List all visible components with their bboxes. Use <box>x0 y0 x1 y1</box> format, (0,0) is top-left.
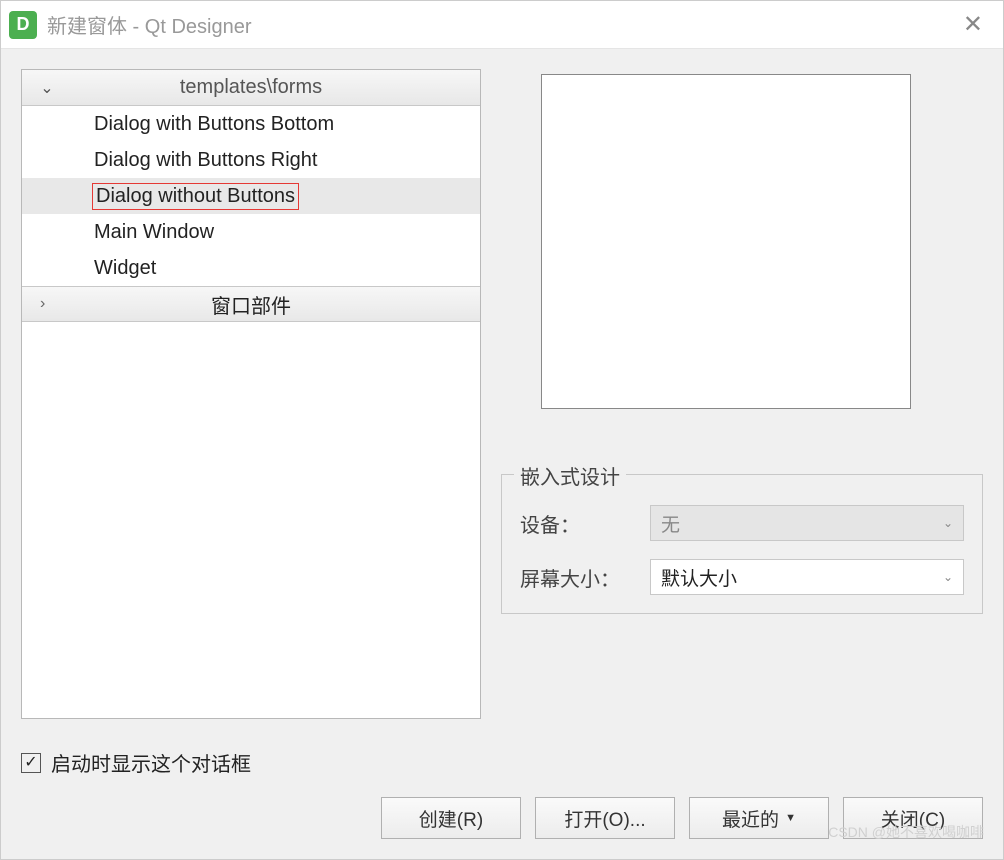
chevron-down-icon: ⌄ <box>943 516 953 530</box>
tree-item[interactable]: Main Window <box>22 214 480 250</box>
tree-item-label: Widget <box>94 257 156 280</box>
titlebar: D 新建窗体 - Qt Designer ✕ <box>1 1 1003 49</box>
chevron-down-icon: ⌄ <box>22 78 72 98</box>
content-area: ⌄ templates\forms Dialog with Buttons Bo… <box>1 49 1003 748</box>
checkbox-icon: ✓ <box>21 753 41 773</box>
create-button[interactable]: 创建(R) <box>381 797 521 839</box>
embedded-design-group: 嵌入式设计 设备： 无 ⌄ 屏幕大小： 默认大小 ⌄ <box>501 474 983 614</box>
form-preview <box>541 74 911 409</box>
screen-size-row: 屏幕大小： 默认大小 ⌄ <box>520 559 964 595</box>
device-row: 设备： 无 ⌄ <box>520 505 964 541</box>
checkbox-label: 启动时显示这个对话框 <box>51 748 251 777</box>
tree-item[interactable]: Dialog with Buttons Right <box>22 142 480 178</box>
tree-item[interactable]: Dialog with Buttons Bottom <box>22 106 480 142</box>
tree-item-label: Main Window <box>94 221 214 244</box>
button-row: 创建(R) 打开(O)... 最近的 ▼ 关闭(C) <box>21 797 983 839</box>
dropdown-arrow-icon: ▼ <box>785 812 796 824</box>
screen-size-label: 屏幕大小： <box>520 563 640 592</box>
tree-header-label: templates\forms <box>72 76 480 99</box>
tree-item[interactable]: Dialog without Buttons <box>22 178 480 214</box>
tree-header-templates[interactable]: ⌄ templates\forms <box>22 70 480 106</box>
recent-button[interactable]: 最近的 ▼ <box>689 797 829 839</box>
bottom-bar: ✓ 启动时显示这个对话框 创建(R) 打开(O)... 最近的 ▼ 关闭(C) <box>1 748 1003 859</box>
group-title: 嵌入式设计 <box>514 461 626 490</box>
show-on-startup-checkbox[interactable]: ✓ 启动时显示这个对话框 <box>21 748 983 777</box>
tree-header-label: 窗口部件 <box>211 290 291 319</box>
window-title: 新建窗体 - Qt Designer <box>47 10 951 39</box>
right-panel: 嵌入式设计 设备： 无 ⌄ 屏幕大小： 默认大小 ⌄ <box>501 69 983 728</box>
template-tree: ⌄ templates\forms Dialog with Buttons Bo… <box>21 69 481 719</box>
chevron-right-icon: › <box>40 295 45 313</box>
open-button[interactable]: 打开(O)... <box>535 797 675 839</box>
device-value: 无 <box>661 510 680 537</box>
tree-item-label: Dialog with Buttons Right <box>94 149 317 172</box>
tree-item-label: Dialog without Buttons <box>94 185 297 208</box>
tree-item[interactable]: Widget <box>22 250 480 286</box>
screen-size-combo[interactable]: 默认大小 ⌄ <box>650 559 964 595</box>
app-icon: D <box>9 11 37 39</box>
device-label: 设备： <box>520 509 640 538</box>
tree-item-label: Dialog with Buttons Bottom <box>94 113 334 136</box>
close-button[interactable]: 关闭(C) <box>843 797 983 839</box>
new-form-dialog: D 新建窗体 - Qt Designer ✕ ⌄ templates\forms… <box>0 0 1004 860</box>
device-combo[interactable]: 无 ⌄ <box>650 505 964 541</box>
recent-button-label: 最近的 <box>722 805 779 832</box>
close-icon[interactable]: ✕ <box>951 6 995 43</box>
tree-header-widgets[interactable]: › 窗口部件 <box>22 286 480 322</box>
chevron-down-icon: ⌄ <box>943 570 953 584</box>
screen-size-value: 默认大小 <box>661 564 737 591</box>
